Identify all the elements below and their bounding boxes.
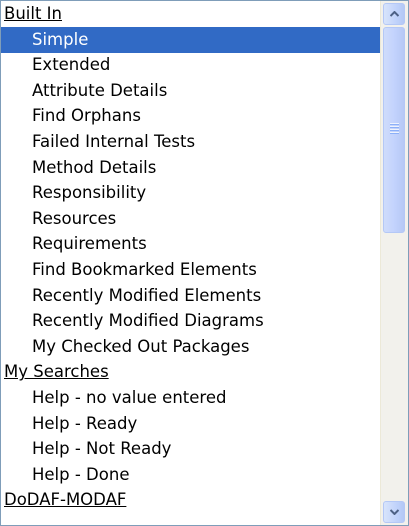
list-item[interactable]: Recently Modified Elements [1,283,380,309]
arrow-up-icon [389,11,399,17]
list-item[interactable]: My Checked Out Packages [1,334,380,360]
arrow-down-icon [389,509,399,515]
vertical-scrollbar[interactable] [380,1,408,525]
list-item[interactable]: Help - no value entered [1,385,380,411]
list-item[interactable]: Responsibility [1,180,380,206]
list-item[interactable]: Attribute Details [1,78,380,104]
list-item[interactable]: Help - Done [1,462,380,488]
list-item[interactable]: Simple [1,26,380,53]
list-item[interactable]: Requirements [1,231,380,257]
list-item[interactable]: Extended [1,52,380,78]
list-item[interactable]: Find Bookmarked Elements [1,257,380,283]
list-item[interactable]: Failed Internal Tests [1,129,380,155]
list-item[interactable]: Find Orphans [1,103,380,129]
list-item[interactable]: Help - Not Ready [1,436,380,462]
scroll-up-button[interactable] [383,3,405,25]
group-header[interactable]: Built In [1,1,380,27]
group-header[interactable]: My Searches [1,359,380,385]
list-item[interactable]: Recently Modified Diagrams [1,308,380,334]
list-item[interactable]: Method Details [1,155,380,181]
group-header[interactable]: DoDAF-MODAF [1,487,380,513]
grip-icon [390,123,399,134]
search-list-box[interactable]: Built In Simple Extended Attribute Details F… [0,0,409,526]
list-item[interactable]: Help - Ready [1,411,380,437]
scroll-thumb[interactable] [383,27,405,233]
scroll-down-button[interactable] [383,501,405,523]
list-item[interactable]: Resources [1,206,380,232]
search-list: Built In Simple Extended Attribute Details F… [1,1,380,525]
